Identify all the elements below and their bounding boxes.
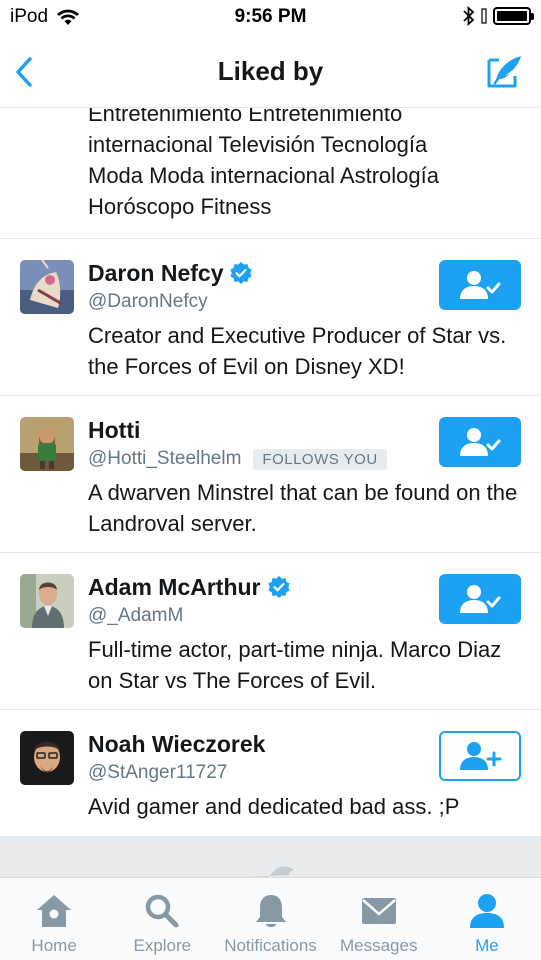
user-handle: @StAnger11727 [88,762,228,783]
tab-notifications[interactable]: Notifications [216,878,324,960]
person-icon [469,894,504,928]
user-row[interactable]: Adam McArthur @_AdamM Full-time actor, p… [0,553,541,710]
search-icon [146,894,179,928]
charging-icon [481,8,487,24]
verified-badge-icon [267,576,290,598]
page-title: Liked by [217,56,324,86]
user-name[interactable]: Hotti [88,417,140,444]
user-row[interactable]: Daron Nefcy @DaronNefcy Creator and Exec… [0,239,541,396]
follow-button[interactable] [439,731,521,781]
tab-label: Home [31,936,77,955]
user-row[interactable]: Noah Wieczorek @StAnger11727 Avid gamer … [0,710,541,837]
tab-label: Notifications [224,936,317,955]
battery-icon [493,7,534,25]
avatar[interactable] [20,574,74,628]
bio-line: internacional Televisión Tecnología [88,132,428,157]
user-name[interactable]: Daron Nefcy [88,260,223,287]
verified-badge-icon [230,262,253,284]
bluetooth-icon [463,6,475,26]
tab-home[interactable]: Home [0,878,108,960]
navigation-bar: Liked by [0,36,541,108]
previous-user-bio: Entretenimiento Entretenimiento internac… [0,108,541,239]
user-bio: Avid gamer and dedicated bad ass. ;P [88,794,460,819]
bird-logo-icon [246,866,294,877]
tab-me[interactable]: Me [433,878,541,960]
bell-icon [255,895,286,927]
following-button[interactable] [439,417,521,467]
follow-person-plus-icon [460,742,502,770]
bio-line: Moda Moda internacional Astrología [88,163,439,188]
bio-line: Horóscopo Fitness [88,194,272,219]
tab-label: Messages [339,936,418,955]
tab-label: Me [475,936,499,955]
compose-tweet-icon[interactable] [485,52,525,92]
following-button[interactable] [439,260,521,310]
user-bio: A dwarven Minstrel that can be found on … [88,480,518,536]
status-bar: iPod 9:56 PM [0,0,541,36]
tab-messages[interactable]: Messages [325,878,433,960]
following-person-check-icon [460,428,501,456]
bio-line: Entretenimiento Entretenimiento [88,108,403,126]
home-icon [37,895,72,927]
user-handle: @_AdamM [88,605,184,626]
user-row[interactable]: Hotti @Hotti_Steelhelm FOLLOWS YOU A dwa… [0,396,541,553]
clock: 9:56 PM [234,6,307,27]
user-handle: @Hotti_Steelhelm [88,448,242,469]
user-bio: Full-time actor, part-time ninja. Marco … [88,637,502,693]
avatar[interactable] [20,260,74,314]
user-name[interactable]: Adam McArthur [88,574,261,601]
envelope-icon [361,898,396,924]
user-handle: @DaronNefcy [88,291,208,312]
follows-you-badge: FOLLOWS YOU [253,448,387,470]
user-name[interactable]: Noah Wieczorek [88,731,265,758]
status-icons [463,6,534,26]
avatar[interactable] [20,731,74,785]
list-footer [0,837,541,877]
user-bio: Creator and Executive Producer of Star v… [88,323,507,379]
tab-label: Explore [133,936,192,955]
liked-by-list: Entretenimiento Entretenimiento internac… [0,108,541,837]
tab-explore[interactable]: Explore [108,878,216,960]
following-button[interactable] [439,574,521,624]
following-person-check-icon [460,271,501,299]
avatar[interactable] [20,417,74,471]
following-person-check-icon [460,585,501,613]
tab-bar: Home Explore Notifications Messages Me [0,877,541,960]
